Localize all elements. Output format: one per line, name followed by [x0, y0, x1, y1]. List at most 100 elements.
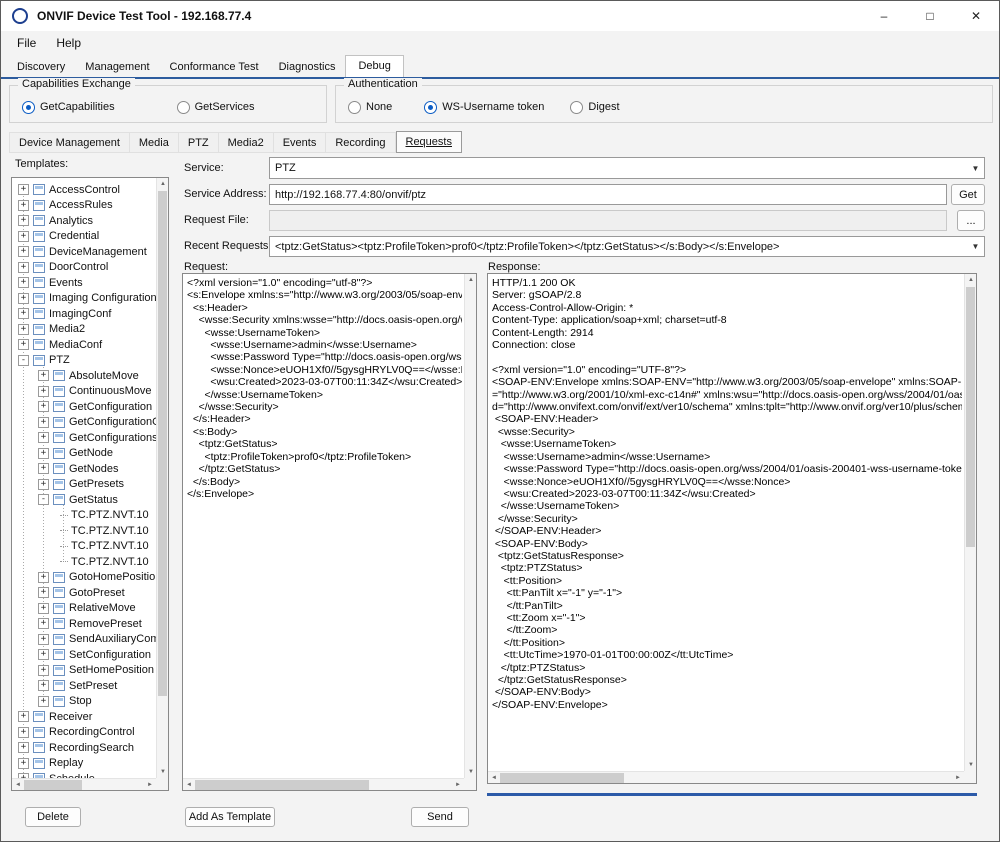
scroll-up-icon[interactable]: ▲	[157, 178, 169, 190]
tree-item-gotopreset[interactable]: +GotoPreset	[12, 585, 156, 601]
tab-media2[interactable]: Media2	[219, 132, 274, 153]
tree-item-credential[interactable]: +Credential	[12, 229, 156, 245]
tab-ptz[interactable]: PTZ	[179, 132, 219, 153]
tree-item-tc-ptz-nvt-10[interactable]: TC.PTZ.NVT.10	[12, 539, 156, 555]
tree-item-recordingcontrol[interactable]: +RecordingControl	[12, 725, 156, 741]
collapse-icon[interactable]: -	[38, 494, 49, 505]
tree-item-imaging-configuration[interactable]: +Imaging Configuration	[12, 291, 156, 307]
expand-icon[interactable]: +	[38, 587, 49, 598]
tree-item-imagingconf[interactable]: +ImagingConf	[12, 306, 156, 322]
tree-item-media2[interactable]: +Media2	[12, 322, 156, 338]
maximize-button[interactable]: □	[907, 1, 953, 31]
request-horizontal-scrollbar[interactable]: ◄ ►	[183, 778, 464, 790]
tree-item-tc-ptz-nvt-10[interactable]: TC.PTZ.NVT.10	[12, 554, 156, 570]
expand-icon[interactable]: +	[18, 293, 29, 304]
request-vertical-scrollbar[interactable]: ▲ ▼	[464, 274, 476, 778]
tree-item-gotohomeposition[interactable]: +GotoHomePosition	[12, 570, 156, 586]
expand-icon[interactable]: +	[18, 308, 29, 319]
chevron-down-icon[interactable]: ▼	[967, 237, 984, 256]
tree-item-getnode[interactable]: +GetNode	[12, 446, 156, 462]
tree-item-replay[interactable]: +Replay	[12, 756, 156, 772]
scroll-left-icon[interactable]: ◄	[12, 779, 24, 791]
tab-recording[interactable]: Recording	[326, 132, 395, 153]
scroll-right-icon[interactable]: ►	[144, 779, 156, 791]
request-text[interactable]: <?xml version="1.0" encoding="utf-8"?> <…	[187, 277, 462, 776]
expand-icon[interactable]: +	[38, 432, 49, 443]
tree-item-tc-ptz-nvt-10[interactable]: TC.PTZ.NVT.10	[12, 508, 156, 524]
tab-requests[interactable]: Requests	[396, 131, 462, 153]
tree-item-sethomeposition[interactable]: +SetHomePosition	[12, 663, 156, 679]
tree-item-getconfigurationopt[interactable]: +GetConfigurationOpt	[12, 415, 156, 431]
response-horizontal-scrollbar[interactable]: ◄ ►	[488, 771, 964, 783]
chevron-down-icon[interactable]: ▼	[967, 158, 984, 178]
expand-icon[interactable]: +	[18, 246, 29, 257]
scroll-right-icon[interactable]: ►	[952, 772, 964, 784]
tab-device-management[interactable]: Device Management	[9, 132, 130, 153]
expand-icon[interactable]: +	[38, 448, 49, 459]
request-file-input[interactable]	[269, 210, 947, 231]
minimize-button[interactable]: –	[861, 1, 907, 31]
tree-item-relativemove[interactable]: +RelativeMove	[12, 601, 156, 617]
tree-item-setconfiguration[interactable]: +SetConfiguration	[12, 647, 156, 663]
tree-horizontal-scrollbar[interactable]: ◄ ►	[12, 778, 156, 790]
expand-icon[interactable]: +	[38, 603, 49, 614]
tab-debug[interactable]: Debug	[345, 55, 403, 77]
response-hscroll-thumb[interactable]	[500, 773, 624, 783]
expand-icon[interactable]: +	[38, 696, 49, 707]
tree-item-removepreset[interactable]: +RemovePreset	[12, 616, 156, 632]
response-text[interactable]: HTTP/1.1 200 OK Server: gSOAP/2.8 Access…	[492, 277, 962, 769]
expand-icon[interactable]: +	[18, 200, 29, 211]
tab-media[interactable]: Media	[130, 132, 179, 153]
tree-item-ptz[interactable]: -PTZ	[12, 353, 156, 369]
tree-item-sendauxiliarycomma[interactable]: +SendAuxiliaryComma	[12, 632, 156, 648]
tree-item-getnodes[interactable]: +GetNodes	[12, 461, 156, 477]
expand-icon[interactable]: +	[38, 386, 49, 397]
request-hscroll-thumb[interactable]	[195, 780, 369, 790]
tree-hscroll-thumb[interactable]	[24, 780, 82, 790]
tab-events[interactable]: Events	[274, 132, 327, 153]
tree-vscroll-thumb[interactable]	[158, 191, 167, 696]
radio-digest[interactable]: Digest	[570, 101, 619, 114]
tree-item-receiver[interactable]: +Receiver	[12, 709, 156, 725]
radio-ws-username-token[interactable]: WS-Username token	[424, 101, 544, 114]
tree-item-accesscontrol[interactable]: +AccessControl	[12, 182, 156, 198]
tree-item-analytics[interactable]: +Analytics	[12, 213, 156, 229]
response-vertical-scrollbar[interactable]: ▲ ▼	[964, 274, 976, 771]
close-button[interactable]: ✕	[953, 1, 999, 31]
menu-help[interactable]: Help	[46, 32, 91, 54]
scroll-down-icon[interactable]: ▼	[965, 759, 977, 771]
expand-icon[interactable]: +	[18, 742, 29, 753]
service-address-input[interactable]: http://192.168.77.4:80/onvif/ptz	[269, 184, 947, 205]
expand-icon[interactable]: +	[38, 649, 49, 660]
scroll-down-icon[interactable]: ▼	[157, 766, 169, 778]
send-button[interactable]: Send	[411, 807, 469, 827]
service-combo[interactable]: PTZ ▼	[269, 157, 985, 179]
expand-icon[interactable]: +	[38, 572, 49, 583]
expand-icon[interactable]: +	[18, 711, 29, 722]
tree-item-mediaconf[interactable]: +MediaConf	[12, 337, 156, 353]
tree-item-accessrules[interactable]: +AccessRules	[12, 198, 156, 214]
expand-icon[interactable]: +	[18, 262, 29, 273]
tab-diagnostics[interactable]: Diagnostics	[269, 57, 346, 77]
radio-getcapabilities[interactable]: GetCapabilities	[22, 101, 115, 114]
scroll-right-icon[interactable]: ►	[452, 779, 464, 791]
expand-icon[interactable]: +	[18, 184, 29, 195]
tree-item-absolutemove[interactable]: +AbsoluteMove	[12, 368, 156, 384]
expand-icon[interactable]: +	[38, 665, 49, 676]
tab-management[interactable]: Management	[75, 57, 159, 77]
collapse-icon[interactable]: -	[18, 355, 29, 366]
scroll-left-icon[interactable]: ◄	[183, 779, 195, 791]
expand-icon[interactable]: +	[38, 417, 49, 428]
expand-icon[interactable]: +	[18, 324, 29, 335]
tree-item-getpresets[interactable]: +GetPresets	[12, 477, 156, 493]
tree-vertical-scrollbar[interactable]: ▲ ▼	[156, 178, 168, 778]
tab-conformance-test[interactable]: Conformance Test	[160, 57, 269, 77]
tree-item-schedule[interactable]: +Schedule	[12, 771, 156, 778]
tab-discovery[interactable]: Discovery	[7, 57, 75, 77]
delete-button[interactable]: Delete	[25, 807, 81, 827]
tree-item-setpreset[interactable]: +SetPreset	[12, 678, 156, 694]
browse-button[interactable]: ...	[957, 210, 985, 231]
scroll-down-icon[interactable]: ▼	[465, 766, 477, 778]
radio-none[interactable]: None	[348, 101, 392, 114]
add-as-template-button[interactable]: Add As Template	[185, 807, 275, 827]
